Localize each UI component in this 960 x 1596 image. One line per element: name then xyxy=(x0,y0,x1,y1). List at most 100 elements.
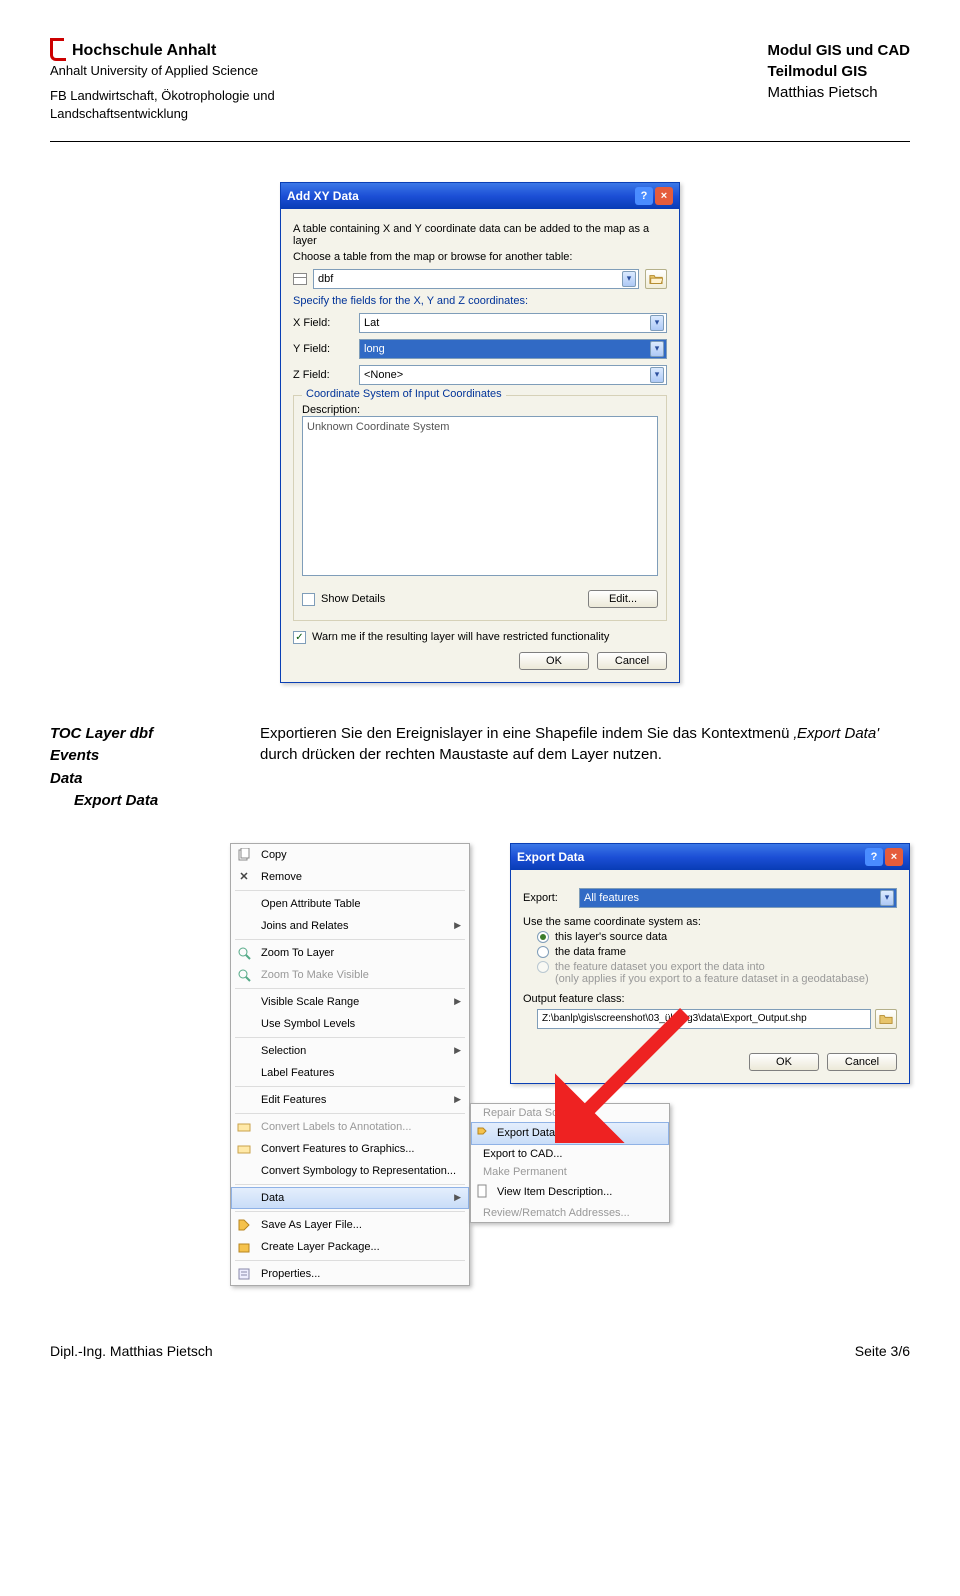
blank-icon xyxy=(235,1163,253,1179)
z-field-combo[interactable]: <None> xyxy=(359,365,667,385)
toc-line1: TOC Layer dbf xyxy=(50,723,230,746)
output-path-input[interactable]: Z:\banlp\gis\screenshot\03_übung3\data\E… xyxy=(537,1009,871,1029)
coord-system-label: Use the same coordinate system as: xyxy=(523,916,897,928)
description-label: Description: xyxy=(302,404,658,416)
y-field-combo[interactable]: long xyxy=(359,339,667,359)
folder-open-icon xyxy=(879,1012,893,1026)
remove-icon: ✕ xyxy=(235,869,253,885)
x-field-value: Lat xyxy=(364,317,379,329)
menu-item-zoom-to-layer[interactable]: Zoom To Layer xyxy=(231,942,469,964)
edit-button[interactable]: Edit... xyxy=(588,590,658,608)
menu-item-properties[interactable]: Properties... xyxy=(231,1263,469,1285)
context-menu[interactable]: Copy✕Remove Open Attribute TableJoins and… xyxy=(230,843,470,1286)
export-scope-value: All features xyxy=(584,892,639,904)
show-details-checkbox[interactable] xyxy=(302,593,315,606)
convert-icon xyxy=(235,1119,253,1135)
dialog-title: Add XY Data xyxy=(287,189,359,203)
cancel-button[interactable]: Cancel xyxy=(597,652,667,670)
menu-item-copy[interactable]: Copy xyxy=(231,844,469,866)
y-field-label: Y Field: xyxy=(293,343,353,355)
submenu-item-repair-data-source: Repair Data Source... xyxy=(471,1104,669,1122)
blank-icon xyxy=(235,896,253,912)
add-xy-data-dialog: Add XY Data ? × A table containing X and… xyxy=(280,182,680,683)
chevron-down-icon[interactable] xyxy=(650,367,664,383)
faculty-line1: FB Landwirtschaft, Ökotrophologie und xyxy=(50,87,275,105)
radio-layer-source[interactable] xyxy=(537,931,549,943)
export-dialog-title: Export Data xyxy=(517,850,584,864)
submenu-item-make-permanent: Make Permanent xyxy=(471,1163,669,1181)
submenu-arrow-icon: ▶ xyxy=(454,1192,461,1203)
warn-label: Warn me if the resulting layer will have… xyxy=(312,631,609,643)
radio-frame-label: the data frame xyxy=(555,946,626,958)
export-ok-button[interactable]: OK xyxy=(749,1053,819,1071)
submenu-arrow-icon: ▶ xyxy=(454,1094,461,1105)
menu-item-label-features[interactable]: Label Features xyxy=(231,1062,469,1084)
table-combo[interactable]: dbf xyxy=(313,269,639,289)
export-data-dialog: Export Data ? × Export: All features Use… xyxy=(510,843,910,1084)
export-cancel-button[interactable]: Cancel xyxy=(827,1053,897,1071)
menu-item-use-symbol-levels[interactable]: Use Symbol Levels xyxy=(231,1013,469,1035)
page: Hochschule Anhalt Anhalt University of A… xyxy=(0,0,960,1399)
toc-line2: Events xyxy=(50,745,230,768)
z-field-label: Z Field: xyxy=(293,369,353,381)
menu-item-joins-and-relates[interactable]: Joins and Relates▶ xyxy=(231,915,469,937)
toc-line4: Export Data xyxy=(50,790,230,813)
document-header: Hochschule Anhalt Anhalt University of A… xyxy=(50,40,910,142)
menu-item-data[interactable]: Data▶ xyxy=(231,1187,469,1209)
menu-item-create-layer-package[interactable]: Create Layer Package... xyxy=(231,1236,469,1258)
header-left: Hochschule Anhalt Anhalt University of A… xyxy=(50,40,275,123)
menu-item-open-attribute-table[interactable]: Open Attribute Table xyxy=(231,893,469,915)
close-button[interactable]: × xyxy=(655,187,673,205)
table-icon xyxy=(293,273,307,285)
menu-item-edit-features[interactable]: Edit Features▶ xyxy=(231,1089,469,1111)
submenu-arrow-icon: ▶ xyxy=(454,1045,461,1056)
chevron-down-icon[interactable] xyxy=(650,315,664,331)
blank-icon xyxy=(235,918,253,934)
browse-button[interactable] xyxy=(645,269,667,289)
help-button[interactable]: ? xyxy=(635,187,653,205)
chevron-down-icon[interactable] xyxy=(880,890,894,906)
radio-data-frame[interactable] xyxy=(537,946,549,958)
close-button[interactable]: × xyxy=(885,848,903,866)
coord-description-textarea[interactable]: Unknown Coordinate System xyxy=(302,416,658,576)
export-label: Export: xyxy=(523,892,573,904)
menu-item-convert-symbology-to-representation[interactable]: Convert Symbology to Representation... xyxy=(231,1160,469,1182)
header-right: Modul GIS und CAD Teilmodul GIS Matthias… xyxy=(768,40,910,103)
chevron-down-icon[interactable] xyxy=(622,271,636,287)
menu-item-selection[interactable]: Selection▶ xyxy=(231,1040,469,1062)
choose-label: Choose a table from the map or browse fo… xyxy=(293,251,667,263)
radio-feature-dataset xyxy=(537,961,549,973)
dialog-titlebar[interactable]: Add XY Data ? × xyxy=(281,183,679,209)
blank-icon xyxy=(235,994,253,1010)
export-titlebar[interactable]: Export Data ? × xyxy=(511,844,909,870)
menu-item-remove[interactable]: ✕Remove xyxy=(231,866,469,888)
faculty-line2: Landschaftsentwicklung xyxy=(50,105,275,123)
zoom-icon xyxy=(235,967,253,983)
props-icon xyxy=(235,1266,253,1282)
menu-item-visible-scale-range[interactable]: Visible Scale Range▶ xyxy=(231,991,469,1013)
submenu-item-export-data[interactable]: Export Data... xyxy=(471,1122,669,1145)
blank-icon xyxy=(235,1043,253,1059)
export-scope-combo[interactable]: All features xyxy=(579,888,897,908)
x-field-combo[interactable]: Lat xyxy=(359,313,667,333)
warn-checkbox[interactable]: ✓ xyxy=(293,631,306,644)
menu-item-convert-labels-to-annotation: Convert Labels to Annotation... xyxy=(231,1116,469,1138)
desc-emph: ‚Export Data' xyxy=(794,725,879,742)
data-submenu[interactable]: Repair Data Source...Export Data...Expor… xyxy=(470,1103,670,1223)
menu-item-convert-features-to-graphics[interactable]: Convert Features to Graphics... xyxy=(231,1138,469,1160)
browse-output-button[interactable] xyxy=(875,1009,897,1029)
submenu-item-view-item-description[interactable]: View Item Description... xyxy=(471,1181,669,1204)
ok-button[interactable]: OK xyxy=(519,652,589,670)
x-field-label: X Field: xyxy=(293,317,353,329)
menu-item-save-as-layer-file[interactable]: Save As Layer File... xyxy=(231,1214,469,1236)
help-button[interactable]: ? xyxy=(865,848,883,866)
submenu-item-export-to-cad[interactable]: Export to CAD... xyxy=(471,1145,669,1163)
submenu-arrow-icon: ▶ xyxy=(454,996,461,1007)
chevron-down-icon[interactable] xyxy=(650,341,664,357)
blank-icon xyxy=(235,1016,253,1032)
specify-label: Specify the fields for the X, Y and Z co… xyxy=(293,295,667,307)
institution-subtitle: Anhalt University of Applied Science xyxy=(50,62,275,80)
university-logo-icon xyxy=(50,41,66,61)
module-author: Matthias Pietsch xyxy=(768,82,910,103)
y-field-value: long xyxy=(364,343,385,355)
